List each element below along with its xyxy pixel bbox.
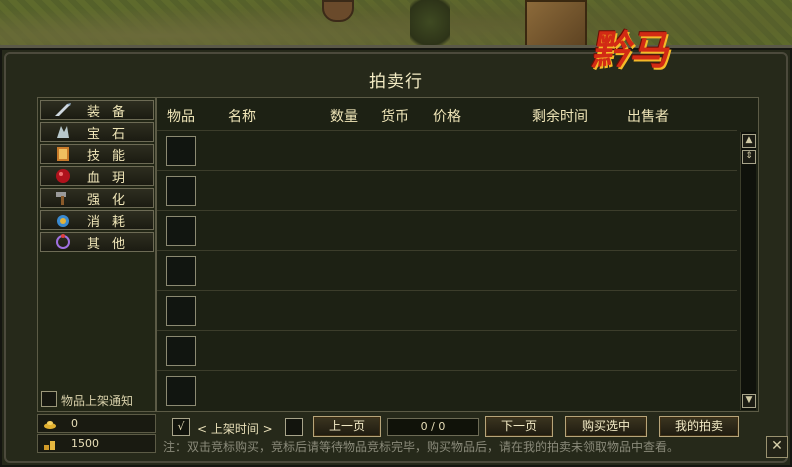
- sort-by-listing-time[interactable]: < 上架时间 >: [197, 420, 273, 437]
- column-header-currency: 货币: [381, 109, 409, 125]
- category-label: 装备: [87, 104, 138, 120]
- category-gem[interactable]: 宝石: [40, 122, 154, 142]
- item-slot[interactable]: [166, 176, 196, 206]
- category-consumable[interactable]: 消耗: [40, 210, 154, 230]
- row-divider: [157, 330, 737, 331]
- scroll-thumb[interactable]: ⇕: [742, 150, 756, 164]
- row-divider: [157, 370, 737, 371]
- game-logo: 黔马: [589, 27, 674, 74]
- page-indicator: 0 / 0: [387, 418, 479, 436]
- ring-icon: [53, 234, 73, 250]
- notify-checkbox[interactable]: [41, 391, 57, 407]
- table-scrollbar[interactable]: ▲ ⇕ ▼: [740, 132, 756, 410]
- item-slot[interactable]: [166, 256, 196, 286]
- scroll-down-button[interactable]: ▼: [742, 394, 756, 408]
- coin-stack-icon: [43, 438, 57, 450]
- sort-checkbox[interactable]: √: [172, 418, 190, 436]
- gold-balance: 0: [37, 414, 156, 433]
- row-divider: [157, 130, 737, 131]
- category-blood-jade[interactable]: 血玥: [40, 166, 154, 186]
- filter-checkbox[interactable]: [285, 418, 303, 436]
- category-equipment[interactable]: 装备: [40, 100, 154, 120]
- gold-ingot-icon: [43, 418, 57, 430]
- category-label: 消耗: [87, 214, 138, 230]
- row-divider: [157, 170, 737, 171]
- next-page-button[interactable]: 下一页: [485, 416, 553, 437]
- category-label: 强化: [87, 192, 138, 208]
- my-auction-button[interactable]: 我的拍卖: [659, 416, 739, 437]
- category-other[interactable]: 其他: [40, 232, 154, 252]
- barrel-prop: [322, 0, 354, 22]
- category-enhance[interactable]: 强化: [40, 188, 154, 208]
- row-divider: [157, 290, 737, 291]
- window-title: 拍卖行: [369, 72, 423, 92]
- category-label: 技能: [87, 148, 138, 164]
- help-note: 注：双击竞标购买，竞标后请等待物品竞标完毕，购买物品后，请在我的拍卖未领取物品中…: [163, 440, 680, 454]
- column-header-time-left: 剩余时间: [532, 109, 588, 125]
- item-slot[interactable]: [166, 216, 196, 246]
- item-slot[interactable]: [166, 136, 196, 166]
- item-slot[interactable]: [166, 296, 196, 326]
- column-header-price: 价格: [433, 109, 461, 125]
- auction-listing-table: 物品 名称 数量 货币 价格 剩余时间 出售者 ▲ ⇕ ▼: [156, 97, 759, 412]
- sword-icon: [53, 102, 73, 118]
- row-divider: [157, 210, 737, 211]
- item-slot[interactable]: [166, 376, 196, 406]
- scroll-up-button[interactable]: ▲: [742, 134, 756, 148]
- column-header-quantity: 数量: [330, 109, 358, 125]
- category-label: 宝石: [87, 126, 138, 142]
- row-divider: [157, 250, 737, 251]
- category-label: 血玥: [87, 170, 138, 186]
- column-header-name: 名称: [228, 109, 256, 125]
- hammer-icon: [53, 190, 73, 206]
- buy-selected-button[interactable]: 购买选中: [565, 416, 647, 437]
- notify-label: 物品上架通知: [61, 394, 134, 408]
- category-label: 其他: [87, 236, 138, 252]
- column-header-seller: 出售者: [627, 109, 669, 125]
- gem-icon: [53, 124, 73, 140]
- coin-amount: 1500: [71, 437, 99, 450]
- coin-balance: 1500: [37, 434, 156, 453]
- gold-amount: 0: [71, 417, 78, 430]
- column-header-item: 物品: [167, 109, 195, 125]
- category-skill[interactable]: 技能: [40, 144, 154, 164]
- close-button[interactable]: ✕: [766, 436, 788, 458]
- book-icon: [53, 146, 73, 162]
- potion-icon: [53, 212, 73, 228]
- category-sidebar: 装备 宝石 技能 血玥 强化 消耗 其他 物品上架通知: [37, 97, 156, 412]
- item-slot[interactable]: [166, 336, 196, 366]
- blood-orb-icon: [53, 168, 73, 184]
- prev-page-button[interactable]: 上一页: [313, 416, 381, 437]
